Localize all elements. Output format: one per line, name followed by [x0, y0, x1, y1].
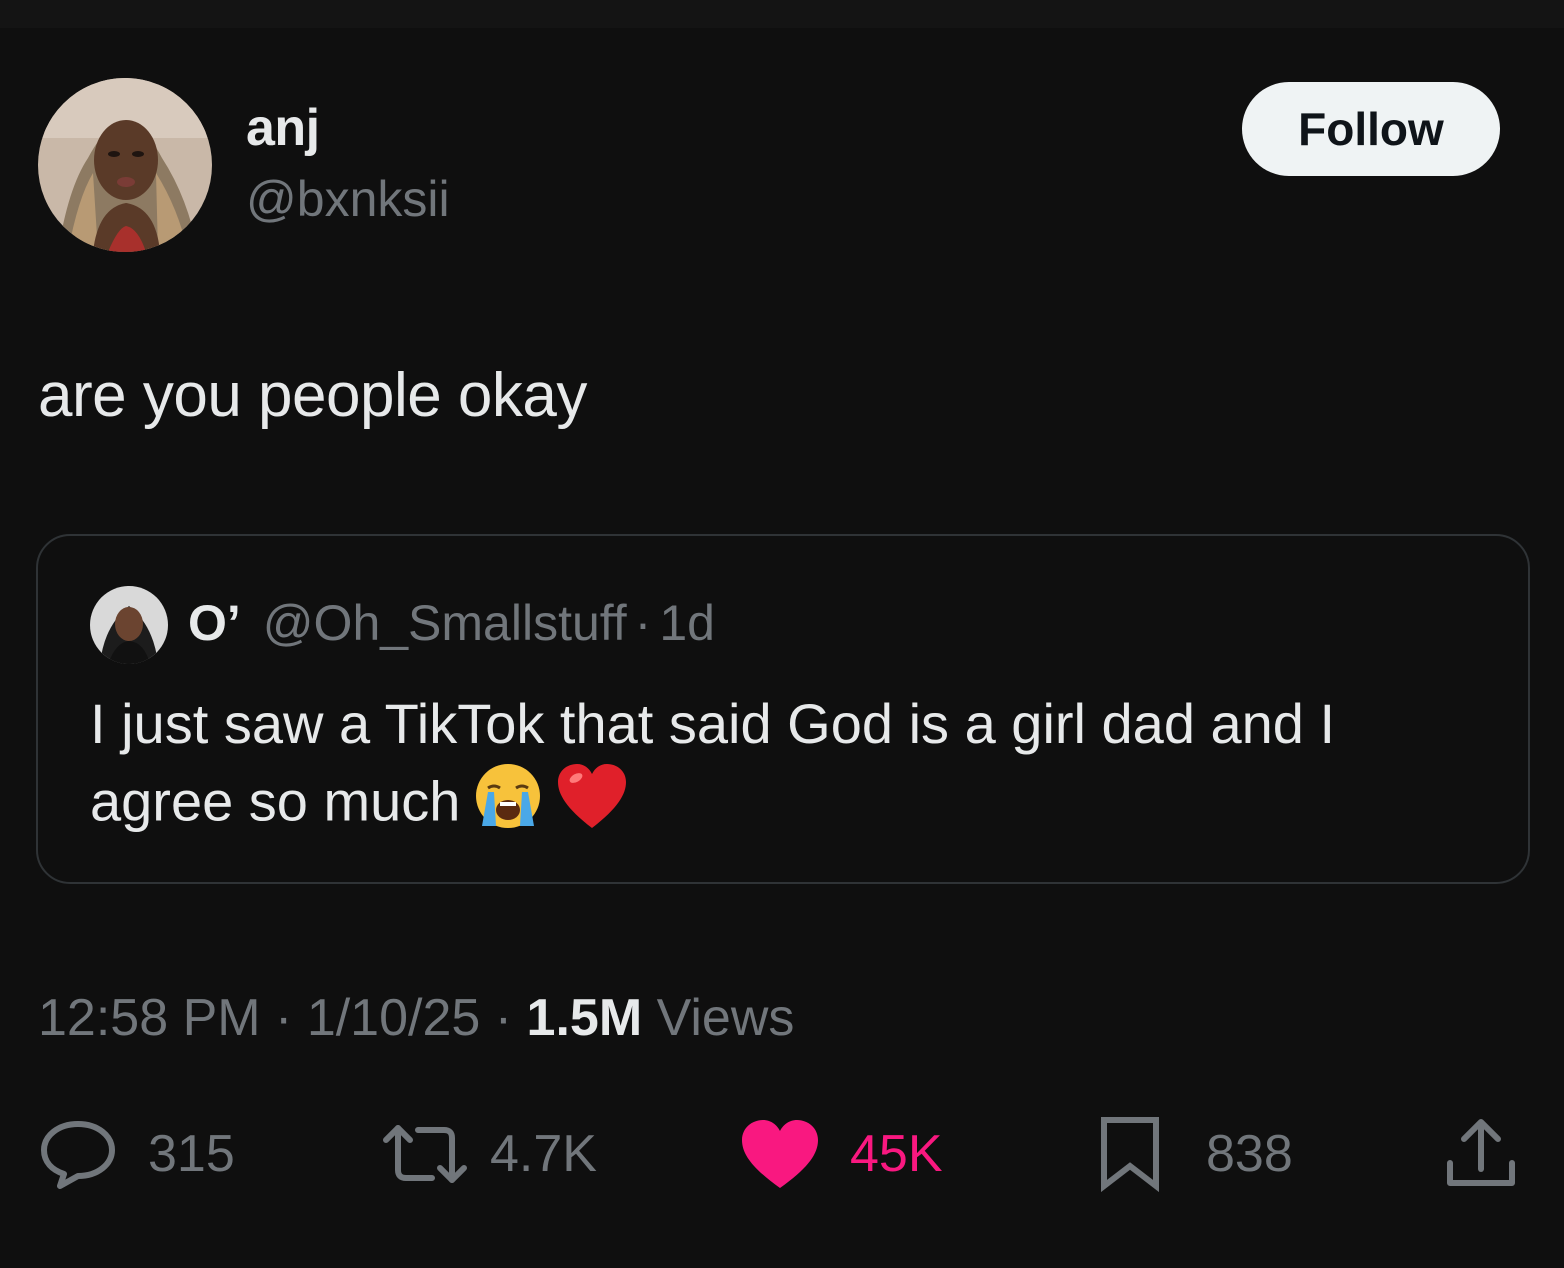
share-icon	[1447, 1119, 1515, 1186]
quoted-tweet-text-block: I just saw a TikTok that said God is a g…	[90, 686, 1490, 849]
tweet-detail-view: anj @bxnksii Follow are you people okay …	[0, 0, 1564, 1268]
bookmark-count: 838	[1206, 1125, 1293, 1183]
top-strip	[0, 0, 1564, 28]
reply-count: 315	[148, 1125, 235, 1183]
red-heart-icon	[556, 762, 628, 849]
quoted-author-avatar[interactable]	[90, 586, 168, 664]
quoted-author-avatar-image	[90, 586, 168, 664]
tweet-time[interactable]: 12:58 PM	[38, 989, 261, 1047]
meta-separator: ·	[634, 595, 652, 651]
reply-icon	[41, 1121, 115, 1189]
views-label: Views	[656, 989, 795, 1047]
meta-separator: ·	[275, 989, 293, 1047]
meta-separator: ·	[494, 989, 513, 1047]
quoted-tweet-meta: O’ @Oh_Smallstuff · 1d	[188, 594, 715, 652]
quoted-tweet-time[interactable]: 1d	[659, 595, 715, 651]
quoted-tweet-card[interactable]: O’ @Oh_Smallstuff · 1d I just saw a TikTok …	[36, 534, 1530, 884]
quoted-tweet-text: I just saw a TikTok that said God is a g…	[90, 692, 1336, 833]
like-count: 45K	[850, 1125, 943, 1183]
repost-action[interactable]: 4.7K	[380, 1118, 597, 1190]
share-action[interactable]	[1444, 1118, 1518, 1190]
repost-icon	[383, 1125, 467, 1183]
tweet-text: are you people okay	[38, 361, 587, 430]
like-action[interactable]: 45K	[740, 1118, 943, 1190]
author-handle[interactable]: @bxnksii	[246, 170, 450, 228]
author-avatar[interactable]	[38, 78, 212, 252]
author-display-name[interactable]: anj	[246, 98, 320, 158]
tweet-meta-line: 12:58 PM · 1/10/25 · 1.5M Views	[38, 988, 794, 1048]
bookmark-action[interactable]: 838	[1098, 1117, 1293, 1192]
bookmark-icon	[1101, 1117, 1159, 1192]
reply-action[interactable]: 315	[38, 1118, 235, 1190]
tweet-date[interactable]: 1/10/25	[307, 989, 481, 1047]
repost-count: 4.7K	[490, 1125, 597, 1183]
heart-icon	[742, 1120, 818, 1188]
author-avatar-image	[38, 78, 212, 252]
quoted-author-handle[interactable]: @Oh_Smallstuff	[263, 595, 627, 651]
loudly-crying-face-icon	[474, 762, 542, 849]
follow-button[interactable]: Follow	[1242, 82, 1500, 176]
views-count[interactable]: 1.5M	[527, 989, 643, 1047]
quoted-author-name[interactable]: O’	[188, 595, 241, 651]
